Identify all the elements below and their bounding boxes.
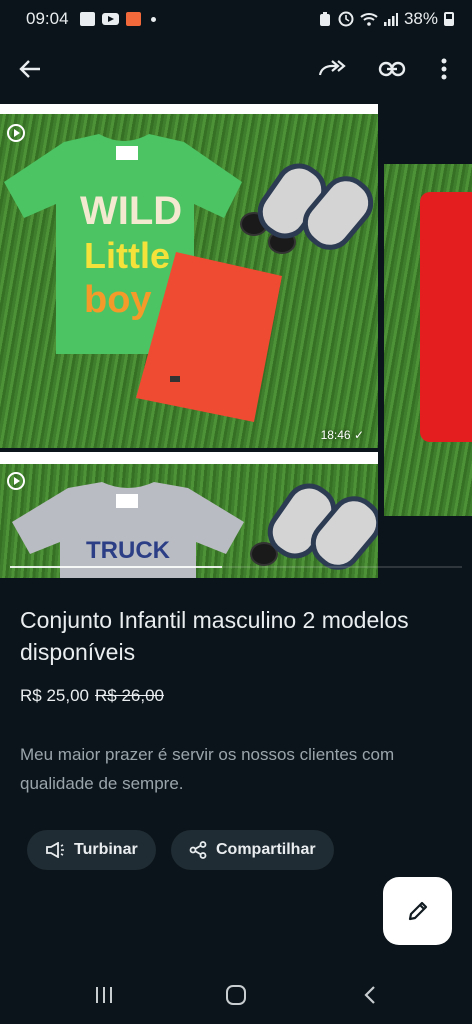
shop-app-icon (125, 12, 141, 26)
status-time: 09:04 (26, 9, 69, 28)
status-right: 38% (318, 9, 454, 29)
product-photo-1[interactable]: WILD Little boy 18:46 ✓ (0, 104, 378, 448)
system-navigation-bar (0, 965, 472, 1024)
alarm-icon (319, 12, 330, 26)
youtube-icon (101, 13, 119, 25)
shirt-text-truck: TRUCK (86, 537, 171, 564)
product-title: Conjunto Infantil masculino 2 modelos di… (20, 607, 409, 665)
boost-label: Turbinar (74, 841, 138, 858)
status-bar: 09:04 38% (0, 0, 472, 38)
product-description: Meu maior prazer é servir os nossos clie… (20, 745, 395, 793)
megaphone-icon (46, 842, 64, 858)
price-row: R$ 25,00 R$ 26,00 (20, 686, 164, 706)
pencil-icon (408, 901, 427, 921)
back-arrow-icon (19, 60, 40, 78)
product-photo-2[interactable]: TRUCK (0, 452, 378, 578)
home-button[interactable] (222, 983, 250, 1007)
message-timestamp: 18:46 ✓ (320, 428, 364, 442)
back-button[interactable] (13, 52, 47, 86)
product-original-price: R$ 26,00 (95, 686, 164, 705)
battery-icon (444, 12, 454, 26)
wifi-icon (360, 13, 378, 26)
forward-button[interactable] (315, 52, 349, 86)
shirt-text-wild: WILD (80, 189, 182, 233)
recent-apps-button[interactable] (90, 983, 118, 1007)
product-photo-3[interactable] (384, 104, 472, 578)
back-nav-button[interactable] (356, 983, 384, 1007)
edit-fab[interactable] (383, 877, 452, 945)
clock-icon (338, 11, 354, 27)
gallery-scroll-thumb[interactable] (10, 566, 223, 568)
battery-percentage: 38% (403, 9, 438, 28)
gallery-icon (79, 12, 95, 26)
boost-button[interactable]: Turbinar (27, 830, 156, 870)
status-left: 09:04 (26, 9, 156, 29)
product-price: R$ 25,00 (20, 686, 89, 705)
home-icon (226, 985, 246, 1005)
share-label: Compartilhar (216, 841, 316, 858)
share-button[interactable]: Compartilhar (171, 830, 334, 870)
red-shorts (136, 252, 282, 422)
grey-tshirt: TRUCK (12, 482, 244, 578)
link-icon (378, 61, 406, 77)
red-tank-top (420, 192, 472, 442)
share-icon (189, 841, 207, 859)
notification-dot (150, 16, 156, 22)
forward-icon (318, 60, 346, 76)
more-vert-icon (441, 58, 447, 80)
app-toolbar (0, 38, 472, 100)
recents-icon (96, 987, 112, 1003)
back-chevron-icon (364, 986, 375, 1004)
signal-icon (383, 13, 398, 26)
more-options-button[interactable] (427, 52, 461, 86)
product-image-gallery[interactable]: WILD Little boy 18:46 ✓ TRUCK (0, 104, 472, 578)
copy-link-button[interactable] (375, 52, 409, 86)
gallery-scroll-track (10, 566, 462, 568)
